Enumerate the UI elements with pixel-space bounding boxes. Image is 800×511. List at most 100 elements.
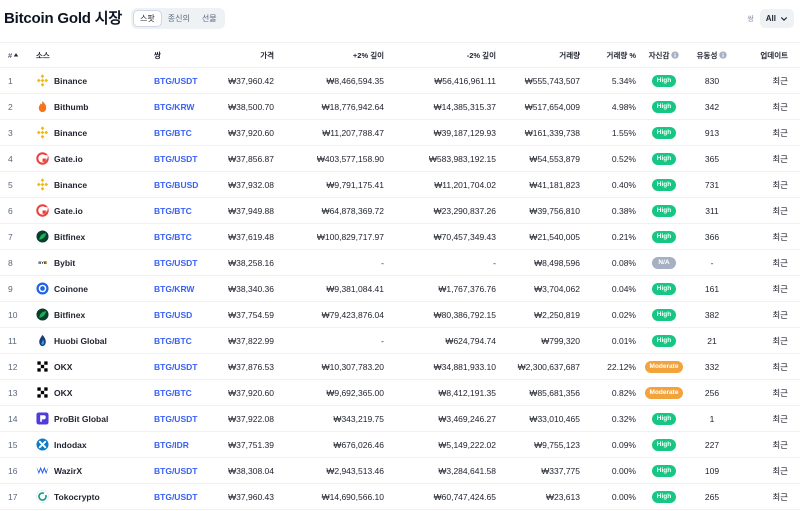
pair-link[interactable]: BTG/IDR (154, 440, 189, 450)
col-header-depth-plus[interactable]: +2% 깊이 (278, 43, 388, 68)
rank-cell: 14 (8, 413, 18, 424)
volume-pct-cell: 0.00% (611, 465, 636, 476)
source-cell: Gate.io (36, 146, 154, 172)
exchange-name-link[interactable]: Bithumb (54, 102, 88, 112)
liquidity-cell: 332 (704, 361, 720, 372)
depth-minus-cell: ₩14,385,315.37 (433, 101, 496, 112)
exchange-name-link[interactable]: Indodax (54, 440, 87, 450)
price-cell: ₩37,960.42 (228, 75, 274, 86)
table-row[interactable]: 14 ProBit Global BTG/USDT ₩37,922.08 ₩343,21… (0, 406, 800, 432)
table-row[interactable]: 6 Gate.io BTG/BTC ₩37,949.88 ₩64,878,369.72 ₩… (0, 198, 800, 224)
exchange-name-link[interactable]: Bitfinex (54, 310, 85, 320)
col-header-volume[interactable]: 거래량 (500, 43, 584, 68)
col-header-updated[interactable]: 업데이트 (736, 43, 800, 68)
exchange-name-link[interactable]: WazirX (54, 466, 82, 476)
confidence-cell: Moderate (640, 354, 688, 380)
exchange-name-link[interactable]: Tokocrypto (54, 492, 100, 502)
pair-cell: BTG/USDT (154, 68, 226, 94)
table-row[interactable]: 10 Bitfinex BTG/USD ₩37,754.59 ₩79,423,876.0… (0, 302, 800, 328)
pair-cell: BTG/BTC (154, 328, 226, 354)
depth-plus-cell: ₩11,207,788.47 (322, 127, 384, 138)
pair-filter: 쌍 All (747, 9, 794, 28)
pair-filter-label: 쌍 (747, 15, 754, 23)
pair-link[interactable]: BTG/KRW (154, 284, 194, 294)
pair-link[interactable]: BTG/USDT (154, 362, 197, 372)
col-header-price[interactable]: 가격 (226, 43, 278, 68)
pair-cell: BTG/BTC (154, 224, 226, 250)
volume-pct-cell: 5.34% (611, 75, 636, 86)
exchange-name-link[interactable]: Bitfinex (54, 232, 85, 242)
tab-perpetual[interactable]: 종신의 (162, 10, 196, 27)
pair-link[interactable]: BTG/BTC (154, 336, 192, 346)
source-cell: Binance (36, 172, 154, 198)
volume-cell: ₩85,681,356 (529, 387, 580, 398)
coinone-icon (36, 282, 49, 295)
exchange-name-link[interactable]: Binance (54, 76, 87, 86)
source-cell: Tokocrypto (36, 484, 154, 510)
pair-link[interactable]: BTG/USDT (154, 414, 197, 424)
confidence-badge: High (651, 101, 677, 113)
exchange-name-link[interactable]: Binance (54, 128, 87, 138)
pair-link[interactable]: BTG/USDT (154, 466, 197, 476)
col-header-pair[interactable]: 쌍 (154, 43, 226, 68)
exchange-name-link[interactable]: Gate.io (54, 154, 83, 164)
pair-link[interactable]: BTG/USDT (154, 154, 197, 164)
bithumb-icon (36, 100, 49, 113)
exchange-name-link[interactable]: OKX (54, 388, 72, 398)
pair-link[interactable]: BTG/BTC (154, 388, 192, 398)
pair-link[interactable]: BTG/KRW (154, 102, 194, 112)
pair-link[interactable]: BTG/USDT (154, 492, 197, 502)
exchange-name-link[interactable]: Bybit (54, 258, 75, 268)
exchange-name-link[interactable]: Binance (54, 180, 87, 190)
pair-link[interactable]: BTG/USDT (154, 258, 197, 268)
updated-cell: 최근 (772, 439, 788, 450)
price-cell: ₩37,751.39 (228, 439, 274, 450)
liquidity-cell: 342 (704, 101, 720, 112)
pair-link[interactable]: BTG/BUSD (154, 180, 198, 190)
exchange-name-link[interactable]: ProBit Global (54, 414, 108, 424)
table-row[interactable]: 11 Huobi Global BTG/BTC ₩37,822.99 - ₩624,794… (0, 328, 800, 354)
updated-cell: 최근 (772, 257, 788, 268)
col-header-volume-pct[interactable]: 거래량 % (584, 43, 640, 68)
pair-link[interactable]: BTG/BTC (154, 232, 192, 242)
table-row[interactable]: 2 Bithumb BTG/KRW ₩38,500.70 ₩18,776,942.64 ₩… (0, 94, 800, 120)
table-row[interactable]: 7 Bitfinex BTG/BTC ₩37,619.48 ₩100,829,717.9… (0, 224, 800, 250)
tab-spot[interactable]: 스팟 (133, 10, 162, 27)
gateio-icon (36, 204, 49, 217)
table-row[interactable]: 3 Binance BTG/BTC ₩37,920.60 ₩11,207,788.47 ₩… (0, 120, 800, 146)
col-header-source[interactable]: 소스 (36, 43, 154, 68)
tab-futures[interactable]: 선물 (196, 10, 223, 27)
table-row[interactable]: 9 Coinone BTG/KRW ₩38,340.36 ₩9,381,084.41 ₩1… (0, 276, 800, 302)
pair-link[interactable]: BTG/USD (154, 310, 192, 320)
table-row[interactable]: 15 Indodax BTG/IDR ₩37,751.39 ₩676,026.46 ₩5,… (0, 432, 800, 458)
pair-link[interactable]: BTG/BTC (154, 128, 192, 138)
table-row[interactable]: 5 Binance BTG/BUSD ₩37,932.08 ₩9,791,175.41 ₩… (0, 172, 800, 198)
table-row[interactable]: 8 BYB Bybit BTG/USDT ₩38,258.16 - - ₩8,498,596 0… (0, 250, 800, 276)
pair-link[interactable]: BTG/BTC (154, 206, 192, 216)
probit-icon (36, 412, 49, 425)
exchange-name-link[interactable]: Huobi Global (54, 336, 107, 346)
table-row[interactable]: 16 WazirX BTG/USDT ₩38,308.04 ₩2,943,513.46 ₩… (0, 458, 800, 484)
exchange-name-link[interactable]: Coinone (54, 284, 88, 294)
table-row[interactable]: 1 Binance BTG/USDT ₩37,960.42 ₩8,466,594.35 ₩… (0, 68, 800, 94)
col-header-rank[interactable]: # (0, 43, 36, 68)
info-icon[interactable] (671, 50, 680, 59)
pair-cell: BTG/USDT (154, 458, 226, 484)
pair-filter-select[interactable]: All (759, 9, 794, 28)
depth-plus-cell: ₩9,791,175.41 (326, 179, 384, 190)
col-header-confidence[interactable]: 자신감 (640, 43, 688, 68)
table-row[interactable]: 17 Tokocrypto BTG/USDT ₩37,960.43 ₩14,690,56… (0, 484, 800, 510)
info-icon[interactable] (719, 50, 728, 59)
col-header-depth-minus[interactable]: -2% 깊이 (388, 43, 500, 68)
col-header-liquidity[interactable]: 유동성 (688, 43, 736, 68)
page-header: Bitcoin Gold 시장 스팟 종신의 선물 쌍 All (0, 0, 800, 38)
exchange-name-link[interactable]: OKX (54, 362, 72, 372)
source-cell: Coinone (36, 276, 154, 302)
table-row[interactable]: 12 OKX BTG/USDT ₩37,876.53 ₩10,307,783.20 ₩34… (0, 354, 800, 380)
exchange-name-link[interactable]: Gate.io (54, 206, 83, 216)
table-row[interactable]: 13 OKX BTG/BTC ₩37,920.60 ₩9,692,365.00 ₩8,41… (0, 380, 800, 406)
confidence-badge: High (651, 231, 677, 243)
table-row[interactable]: 4 Gate.io BTG/USDT ₩37,856.87 ₩403,577,158.9… (0, 146, 800, 172)
pair-cell: BTG/BTC (154, 380, 226, 406)
pair-link[interactable]: BTG/USDT (154, 76, 197, 86)
